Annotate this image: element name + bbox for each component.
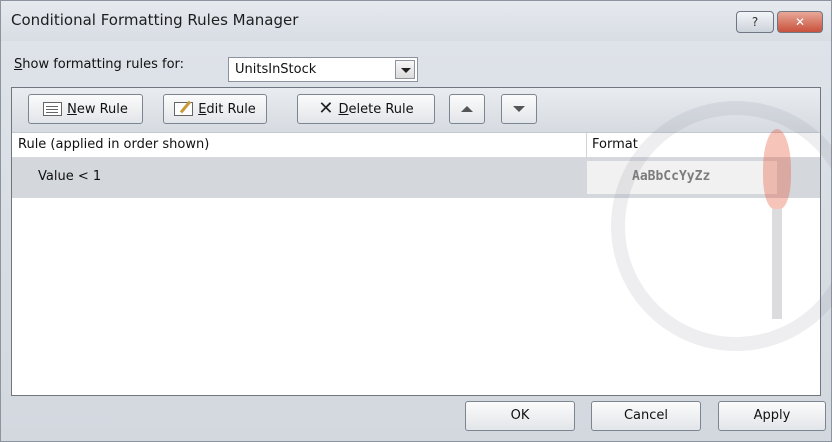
edit-rule-icon — [174, 102, 194, 116]
rules-panel: New Rule Edit Rule ✕ Delete Rule Rule (a… — [11, 87, 821, 396]
cancel-button[interactable]: Cancel — [591, 401, 701, 431]
format-preview: AaBbCcYyZz — [587, 161, 777, 194]
apply-button[interactable]: Apply — [718, 401, 826, 431]
column-divider[interactable] — [586, 133, 587, 157]
rules-toolbar: New Rule Edit Rule ✕ Delete Rule — [12, 88, 820, 133]
column-header-rule: Rule (applied in order shown) — [18, 137, 210, 152]
format-preview-text: AaBbCcYyZz — [632, 169, 711, 184]
rules-list-header: Rule (applied in order shown) Format — [12, 133, 820, 158]
ok-button[interactable]: OK — [465, 401, 575, 431]
selected-field: UnitsInStock — [235, 62, 317, 77]
arrow-down-icon — [513, 106, 525, 112]
edit-rule-label: Edit Rule — [198, 101, 256, 117]
delete-rule-label: Delete Rule — [338, 101, 414, 117]
edit-rule-button[interactable]: Edit Rule — [163, 94, 267, 124]
rule-condition: Value < 1 — [38, 169, 102, 184]
title-bar: Conditional Formatting Rules Manager ? ✕ — [1, 1, 831, 41]
show-rules-label: Show formatting rules for: — [14, 57, 185, 72]
move-down-button[interactable] — [501, 94, 537, 124]
column-header-format: Format — [592, 137, 638, 152]
arrow-up-icon — [461, 106, 473, 112]
chevron-down-icon[interactable] — [395, 60, 415, 79]
rules-manager-dialog: Conditional Formatting Rules Manager ? ✕… — [0, 0, 832, 442]
delete-icon: ✕ — [318, 98, 334, 119]
new-rule-icon — [43, 102, 63, 116]
delete-rule-button[interactable]: ✕ Delete Rule — [297, 94, 435, 124]
new-rule-label: New Rule — [67, 101, 128, 117]
show-rules-select[interactable]: UnitsInStock — [228, 57, 418, 82]
rule-row[interactable]: Value < 1 AaBbCcYyZz — [12, 158, 820, 198]
new-rule-button[interactable]: New Rule — [28, 94, 143, 124]
dialog-title: Conditional Formatting Rules Manager — [11, 11, 299, 29]
move-up-button[interactable] — [449, 94, 485, 124]
help-button[interactable]: ? — [736, 11, 774, 33]
close-button[interactable]: ✕ — [777, 11, 823, 33]
